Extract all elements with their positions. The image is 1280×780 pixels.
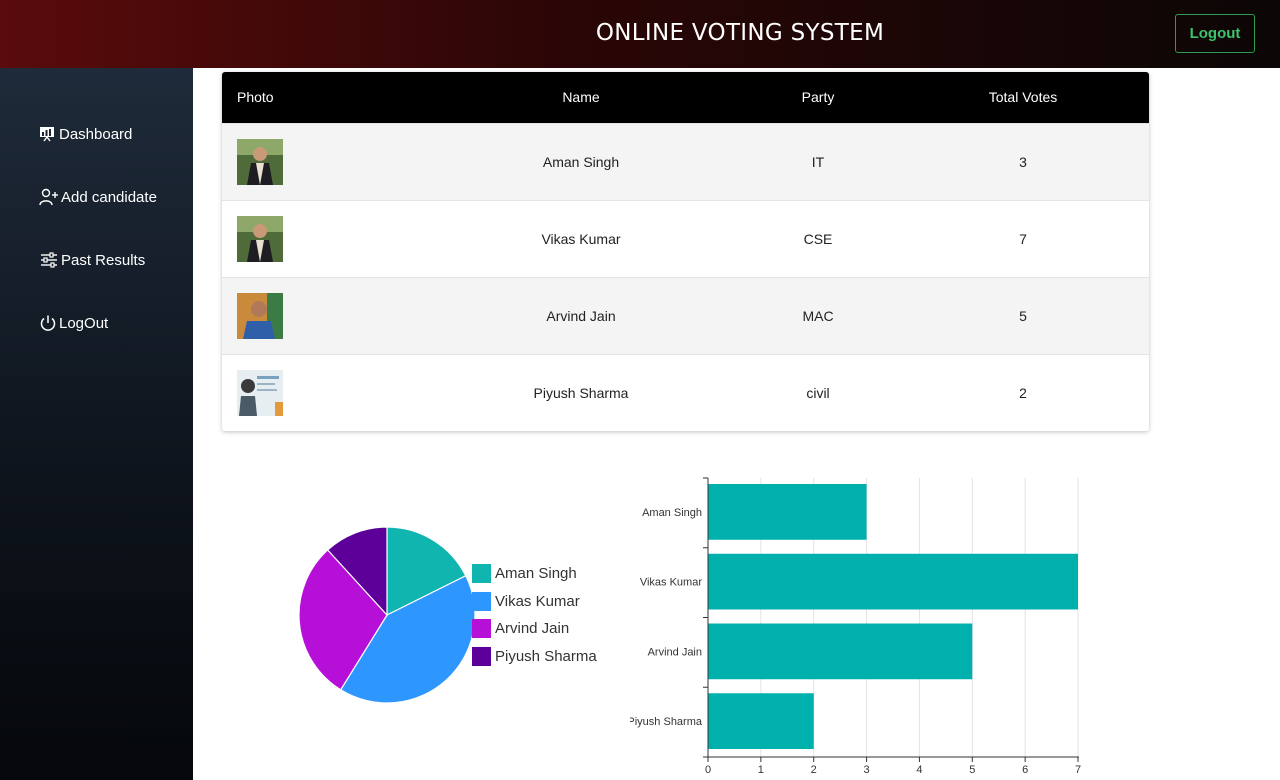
sidebar-item-dashboard[interactable]: Dashboard [39,125,132,143]
legend-label: Piyush Sharma [495,648,597,665]
x-tick-label: 3 [864,764,870,776]
y-tick-label: Vikas Kumar [640,577,702,589]
header-party: Party [801,89,835,105]
x-tick-label: 4 [916,764,922,776]
candidate-photo [237,216,283,262]
x-tick-label: 6 [1022,764,1028,776]
candidate-name: Arvind Jain [546,308,616,324]
candidate-photo [237,139,283,185]
candidate-party: civil [806,385,830,401]
legend-item: Piyush Sharma [472,647,597,666]
power-icon [40,315,56,331]
header-photo: Photo [237,89,274,105]
presentation-chart-icon [40,127,54,142]
candidate-name: Vikas Kumar [541,231,621,247]
table-row: Vikas Kumar CSE 7 [222,200,1149,277]
candidate-votes: 5 [1019,308,1027,324]
header-total-votes: Total Votes [988,89,1058,105]
x-tick-label: 1 [758,764,764,776]
sidebar-item-label: Past Results [61,251,146,269]
candidates-table: Photo Name Party Total Votes Aman Singh … [222,72,1149,431]
top-bar: ONLINE VOTING SYSTEM Logout [0,0,1280,68]
legend-item: Arvind Jain [472,619,569,638]
candidate-votes: 3 [1019,154,1027,170]
candidate-votes: 2 [1019,385,1027,401]
legend-label: Aman Singh [495,565,577,582]
candidate-name: Aman Singh [542,154,620,170]
candidate-party: IT [811,154,825,170]
bar [708,553,1078,610]
candidate-photo [237,293,283,339]
y-tick-label: Arvind Jain [648,646,702,658]
sidebar-item-logout[interactable]: LogOut [39,314,108,332]
x-tick-label: 7 [1075,764,1081,776]
legend-label: Arvind Jain [495,620,570,637]
legend-item: Vikas Kumar [472,592,580,611]
table-row: Aman Singh IT 3 [222,123,1149,200]
x-tick-label: 2 [811,764,817,776]
table-row: Piyush Sharma civil 2 [222,354,1149,431]
candidate-party: CSE [803,231,833,247]
votes-pie-chart [298,526,476,704]
logout-button[interactable]: Logout [1175,14,1255,53]
legend-item: Aman Singh [472,564,577,583]
y-tick-label: Piyush Sharma [630,716,703,728]
legend-swatch [472,564,491,583]
legend-label: Vikas Kumar [495,593,580,610]
candidate-photo [237,370,283,416]
app-title: ONLINE VOTING SYSTEM [595,20,885,46]
legend-swatch [472,647,491,666]
bar [708,484,867,540]
legend-swatch [472,592,491,611]
candidate-party: MAC [802,308,834,324]
bar [708,693,814,749]
sliders-icon [41,252,57,268]
x-tick-label: 5 [969,764,975,776]
x-tick-label: 0 [705,764,711,776]
sidebar-item-add-candidate[interactable]: Add candidate [39,188,157,206]
votes-bar-chart: Aman Singh Vikas Kumar Arvind Jain Piyush S… [630,477,1081,776]
legend-swatch [472,619,491,638]
table-row: Arvind Jain MAC 5 [222,277,1149,354]
sidebar-item-label: Add candidate [61,188,157,206]
bar [708,623,973,680]
sidebar-item-past-results[interactable]: Past Results [39,251,145,269]
person-add-icon [39,188,58,206]
sidebar: Dashboard Add candidate Past Results Log… [0,68,193,780]
candidate-votes: 7 [1019,231,1027,247]
y-tick-label: Aman Singh [642,507,702,519]
table-header: Photo Name Party Total Votes [222,72,1149,123]
sidebar-item-label: Dashboard [59,125,133,143]
header-name: Name [562,89,600,105]
sidebar-item-label: LogOut [59,314,109,332]
candidate-name: Piyush Sharma [533,385,629,401]
